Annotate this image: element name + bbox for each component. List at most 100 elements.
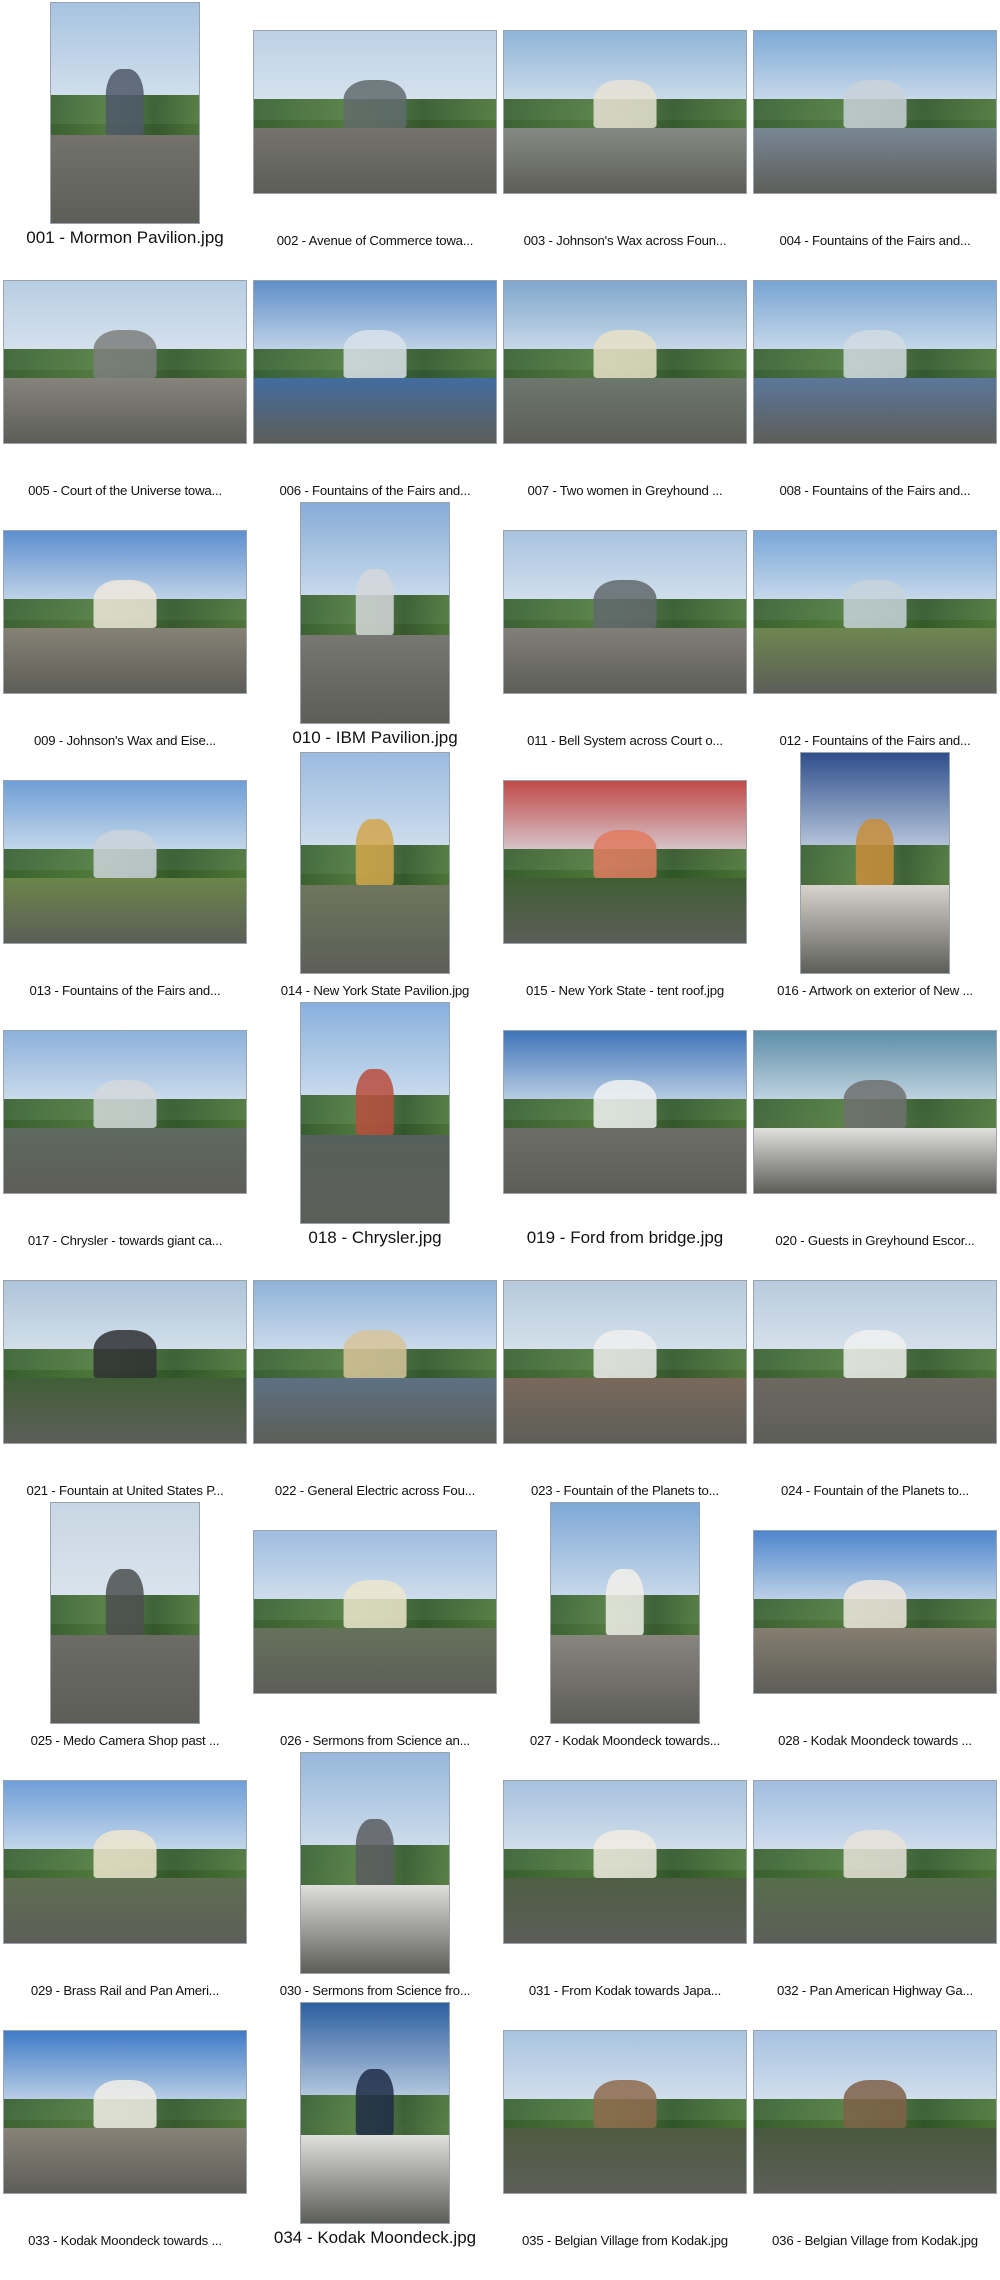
thumbnail-item[interactable]: 004 - Fountains of the Fairs and... bbox=[750, 0, 1000, 250]
thumbnail-caption: 031 - From Kodak towards Japa... bbox=[528, 1983, 722, 1998]
thumbnail-item[interactable]: 003 - Johnson's Wax across Foun... bbox=[500, 0, 750, 250]
thumbnail-item[interactable]: 018 - Chrysler.jpg bbox=[250, 1000, 500, 1250]
thumbnail-item[interactable]: 021 - Fountain at United States P... bbox=[0, 1250, 250, 1500]
thumbnail-item[interactable]: 017 - Chrysler - towards giant ca... bbox=[0, 1000, 250, 1250]
thumbnail-item[interactable]: 015 - New York State - tent roof.jpg bbox=[500, 750, 750, 1000]
thumbnail-item[interactable]: 026 - Sermons from Science an... bbox=[250, 1500, 500, 1750]
thumbnail-item[interactable]: 011 - Bell System across Court o... bbox=[500, 500, 750, 750]
thumbnail-caption: 018 - Chrysler.jpg bbox=[308, 1228, 442, 1247]
photo-ground bbox=[504, 1370, 746, 1443]
thumbnail-caption: 030 - Sermons from Science fro... bbox=[279, 1983, 471, 1998]
thumbnail-item[interactable]: 014 - New York State Pavilion.jpg bbox=[250, 750, 500, 1000]
thumbnail-image[interactable] bbox=[550, 1502, 700, 1724]
thumbnail-caption: 011 - Bell System across Court o... bbox=[527, 733, 723, 748]
thumbnail-image[interactable] bbox=[753, 2030, 997, 2194]
thumbnail-item[interactable]: 022 - General Electric across Fou... bbox=[250, 1250, 500, 1500]
thumbnail-item[interactable]: 016 - Artwork on exterior of New ... bbox=[750, 750, 1000, 1000]
thumbnail-item[interactable]: 005 - Court of the Universe towa... bbox=[0, 250, 250, 500]
photo-subject bbox=[593, 1079, 657, 1129]
thumbnail-image[interactable] bbox=[503, 530, 747, 694]
thumbnail-item[interactable]: 028 - Kodak Moondeck towards ... bbox=[750, 1500, 1000, 1750]
thumbnail-item[interactable]: 034 - Kodak Moondeck.jpg bbox=[250, 2000, 500, 2250]
thumbnail-image[interactable] bbox=[503, 1780, 747, 1944]
thumbnail-image[interactable] bbox=[753, 1030, 997, 1194]
thumbnail-caption: 014 - New York State Pavilion.jpg bbox=[280, 983, 470, 998]
photo-subject bbox=[105, 69, 145, 135]
thumbnail-item[interactable]: 033 - Kodak Moondeck towards ... bbox=[0, 2000, 250, 2250]
thumbnail-image[interactable] bbox=[3, 530, 247, 694]
thumbnail-image[interactable] bbox=[503, 30, 747, 194]
thumbnail-caption: 017 - Chrysler - towards giant ca... bbox=[27, 1233, 223, 1248]
thumbnail-image[interactable] bbox=[253, 280, 497, 444]
thumbnail-image[interactable] bbox=[753, 1530, 997, 1694]
thumbnail-item[interactable]: 023 - Fountain of the Planets to... bbox=[500, 1250, 750, 1500]
thumbnail-item[interactable]: 030 - Sermons from Science fro... bbox=[250, 1750, 500, 2000]
thumbnail-image[interactable] bbox=[753, 280, 997, 444]
thumbnail-item[interactable]: 010 - IBM Pavilion.jpg bbox=[250, 500, 500, 750]
thumbnail-item[interactable]: 002 - Avenue of Commerce towa... bbox=[250, 0, 500, 250]
photo-subject bbox=[843, 2079, 907, 2129]
thumbnail-image[interactable] bbox=[3, 1280, 247, 1444]
thumbnail-image[interactable] bbox=[3, 1030, 247, 1194]
thumbnail-item[interactable]: 007 - Two women in Greyhound ... bbox=[500, 250, 750, 500]
thumbnail-item[interactable]: 025 - Medo Camera Shop past ... bbox=[0, 1500, 250, 1750]
thumbnail-item[interactable]: 020 - Guests in Greyhound Escor... bbox=[750, 1000, 1000, 1250]
thumbnail-image[interactable] bbox=[753, 30, 997, 194]
thumbnail-caption: 001 - Mormon Pavilion.jpg bbox=[26, 228, 224, 247]
thumbnail-image[interactable] bbox=[753, 530, 997, 694]
thumbnail-image[interactable] bbox=[50, 1502, 200, 1724]
photo-subject bbox=[843, 79, 907, 129]
photo-ground bbox=[504, 370, 746, 443]
thumbnail-item[interactable]: 031 - From Kodak towards Japa... bbox=[500, 1750, 750, 2000]
thumbnail-image[interactable] bbox=[503, 2030, 747, 2194]
thumbnail-item[interactable]: 036 - Belgian Village from Kodak.jpg bbox=[750, 2000, 1000, 2250]
thumbnail-item[interactable]: 008 - Fountains of the Fairs and... bbox=[750, 250, 1000, 500]
thumbnail-image[interactable] bbox=[3, 780, 247, 944]
photo-ground bbox=[754, 370, 996, 443]
photo-ground bbox=[301, 1124, 449, 1223]
photo-ground bbox=[254, 1620, 496, 1693]
thumbnail-item[interactable]: 024 - Fountain of the Planets to... bbox=[750, 1250, 1000, 1500]
thumbnail-item[interactable]: 001 - Mormon Pavilion.jpg bbox=[0, 0, 250, 250]
thumbnail-image[interactable] bbox=[50, 2, 200, 224]
thumbnail-caption: 012 - Fountains of the Fairs and... bbox=[779, 733, 971, 748]
thumbnail-item[interactable]: 029 - Brass Rail and Pan Ameri... bbox=[0, 1750, 250, 2000]
thumbnail-image[interactable] bbox=[3, 1780, 247, 1944]
photo-subject bbox=[343, 329, 407, 379]
thumbnail-image[interactable] bbox=[300, 752, 450, 974]
thumbnail-image[interactable] bbox=[253, 1530, 497, 1694]
thumbnail-image[interactable] bbox=[800, 752, 950, 974]
photo-subject bbox=[355, 1819, 395, 1885]
thumbnail-item[interactable]: 019 - Ford from bridge.jpg bbox=[500, 1000, 750, 1250]
thumbnail-item[interactable]: 012 - Fountains of the Fairs and... bbox=[750, 500, 1000, 750]
photo-ground bbox=[301, 2124, 449, 2223]
thumbnail-caption: 022 - General Electric across Fou... bbox=[274, 1483, 476, 1498]
thumbnail-item[interactable]: 013 - Fountains of the Fairs and... bbox=[0, 750, 250, 1000]
thumbnail-item[interactable]: 006 - Fountains of the Fairs and... bbox=[250, 250, 500, 500]
photo-ground bbox=[504, 620, 746, 693]
thumbnail-image[interactable] bbox=[753, 1280, 997, 1444]
thumbnail-caption: 010 - IBM Pavilion.jpg bbox=[292, 728, 458, 747]
thumbnail-item[interactable]: 027 - Kodak Moondeck towards... bbox=[500, 1500, 750, 1750]
photo-subject bbox=[93, 2079, 157, 2129]
thumbnail-image[interactable] bbox=[753, 1780, 997, 1944]
thumbnail-image[interactable] bbox=[3, 280, 247, 444]
photo-subject bbox=[93, 1079, 157, 1129]
thumbnail-image[interactable] bbox=[253, 1280, 497, 1444]
thumbnail-item[interactable]: 035 - Belgian Village from Kodak.jpg bbox=[500, 2000, 750, 2250]
thumbnail-image[interactable] bbox=[3, 2030, 247, 2194]
photo-ground bbox=[504, 2120, 746, 2193]
thumbnail-image[interactable] bbox=[300, 2002, 450, 2224]
thumbnail-image[interactable] bbox=[503, 780, 747, 944]
thumbnail-image[interactable] bbox=[300, 1002, 450, 1224]
thumbnail-caption: 026 - Sermons from Science an... bbox=[279, 1733, 471, 1748]
thumbnail-image[interactable] bbox=[503, 1280, 747, 1444]
thumbnail-image[interactable] bbox=[253, 30, 497, 194]
thumbnail-item[interactable]: 032 - Pan American Highway Ga... bbox=[750, 1750, 1000, 2000]
thumbnail-image[interactable] bbox=[503, 1030, 747, 1194]
thumbnail-image[interactable] bbox=[300, 1752, 450, 1974]
thumbnail-item[interactable]: 009 - Johnson's Wax and Eise... bbox=[0, 500, 250, 750]
photo-ground bbox=[754, 1120, 996, 1193]
thumbnail-image[interactable] bbox=[503, 280, 747, 444]
thumbnail-image[interactable] bbox=[300, 502, 450, 724]
